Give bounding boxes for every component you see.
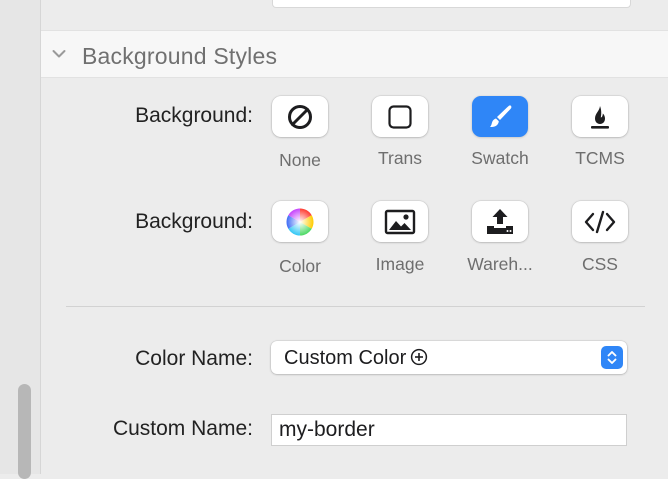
paintbrush-icon: [490, 104, 512, 127]
color-name-value: Custom Color: [284, 347, 407, 369]
color-wheel-icon: [286, 208, 314, 235]
previous-field-edge[interactable]: [272, 0, 631, 8]
bg-css-button[interactable]: [572, 201, 628, 242]
bg-none-button[interactable]: [272, 96, 328, 137]
chevron-up-down-icon: [607, 351, 617, 364]
bg-warehouse-button[interactable]: [472, 201, 528, 242]
bg-color-button[interactable]: [272, 201, 328, 242]
scrollbar-thumb[interactable]: [18, 384, 31, 479]
background-type-label: Background:: [135, 104, 253, 127]
bg-css-label: CSS: [582, 254, 618, 274]
color-name-label: Color Name:: [135, 347, 253, 370]
bg-tcms-label: TCMS: [575, 148, 625, 168]
bg-none-label: None: [279, 150, 321, 170]
bg-swatch-label: Swatch: [471, 148, 529, 168]
section-divider: [66, 306, 645, 307]
bg-warehouse-label: Wareh...: [467, 254, 533, 274]
square-outline-icon: [388, 104, 412, 129]
color-name-value-wrap: Custom Color: [284, 347, 428, 370]
bg-tcms-button[interactable]: [572, 96, 628, 137]
bg-image-label: Image: [375, 254, 425, 274]
chevron-down-icon[interactable]: [52, 47, 66, 61]
image-icon: [384, 209, 416, 234]
no-symbol-icon: [288, 104, 312, 129]
bg-trans-button[interactable]: [372, 96, 428, 137]
plus-circle-icon: [411, 349, 428, 366]
bg-image-button[interactable]: [372, 201, 428, 242]
background-source-label: Background:: [135, 210, 253, 233]
color-name-select[interactable]: Custom Color: [271, 341, 627, 374]
select-stepper[interactable]: [601, 346, 623, 369]
upload-tray-icon: [487, 208, 513, 234]
custom-name-label: Custom Name:: [112, 417, 253, 440]
bg-trans-label: Trans: [377, 148, 423, 168]
code-icon: [584, 210, 616, 233]
custom-name-input[interactable]: [271, 414, 627, 446]
section-title: Background Styles: [82, 43, 278, 69]
section-header-background-styles[interactable]: Background Styles: [41, 30, 668, 78]
bg-swatch-button[interactable]: [472, 96, 528, 137]
bg-color-label: Color: [279, 256, 321, 276]
flame-icon: [591, 105, 609, 129]
